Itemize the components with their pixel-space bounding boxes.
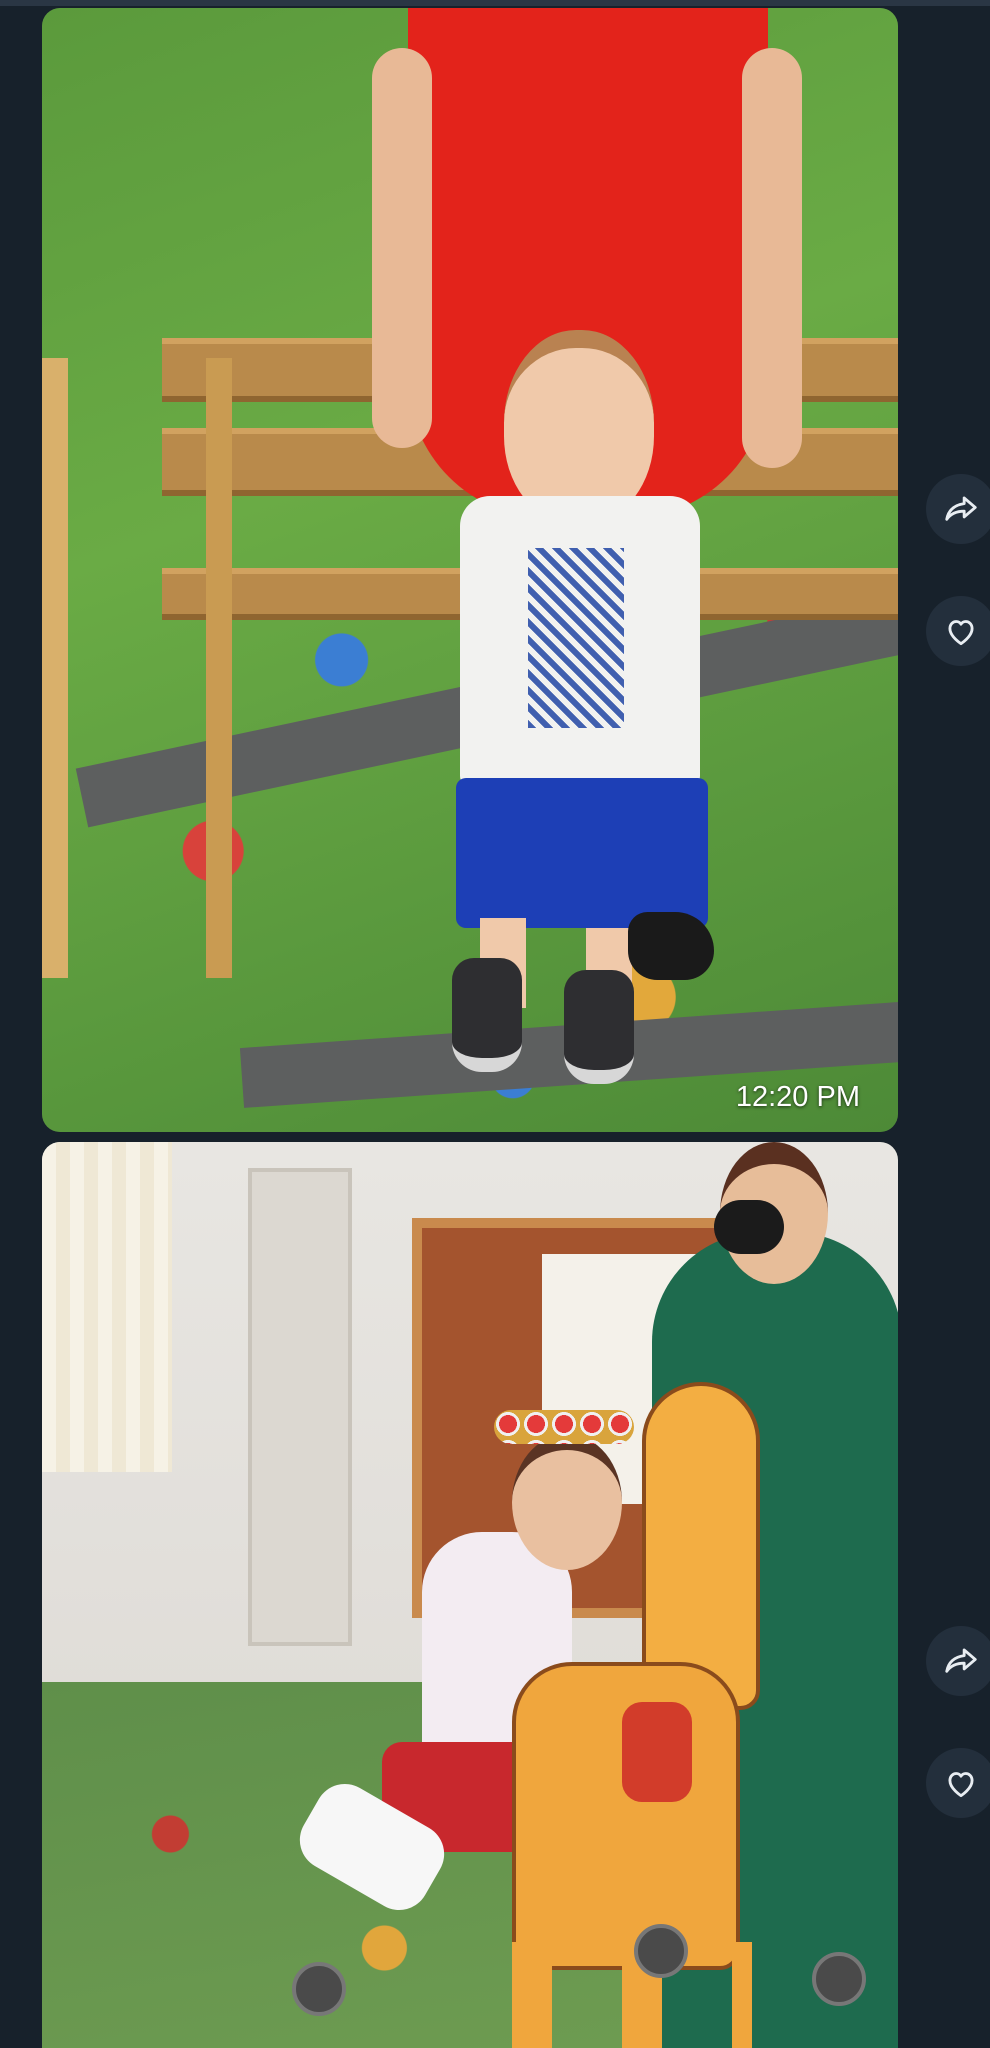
caster-wheel bbox=[634, 1924, 688, 1978]
shirt-embroidery bbox=[528, 548, 624, 728]
caster-wheel bbox=[292, 1962, 346, 2016]
top-edge bbox=[0, 0, 990, 6]
share-button[interactable] bbox=[926, 1626, 990, 1696]
child-head bbox=[504, 330, 654, 523]
blue-shorts bbox=[456, 778, 708, 928]
girl-head bbox=[512, 1434, 622, 1570]
like-button[interactable] bbox=[926, 596, 990, 666]
flower-wreath bbox=[494, 1410, 634, 1444]
horse-stander-neck bbox=[642, 1382, 760, 1710]
sandal bbox=[628, 912, 714, 980]
message-feed: 12:20 PM bbox=[0, 0, 990, 2048]
orthopedic-shoe bbox=[564, 970, 634, 1084]
window-curtain bbox=[42, 1142, 172, 1472]
share-icon bbox=[945, 496, 977, 521]
adult-arm bbox=[742, 48, 802, 468]
horse-stander-legs bbox=[512, 1942, 752, 2048]
heart-icon bbox=[948, 620, 974, 646]
message-timestamp: 12:20 PM bbox=[735, 1081, 860, 1113]
photo-1-image[interactable] bbox=[42, 8, 898, 1132]
like-button[interactable] bbox=[926, 1748, 990, 1818]
heart-icon bbox=[948, 1772, 974, 1798]
wooden-stander bbox=[42, 358, 232, 978]
orthopedic-shoe bbox=[452, 958, 522, 1072]
photo-message-1[interactable]: 12:20 PM bbox=[42, 8, 898, 1132]
adult-arm bbox=[372, 48, 432, 448]
horse-saddle bbox=[622, 1702, 692, 1802]
share-button[interactable] bbox=[926, 474, 990, 544]
doorway bbox=[248, 1168, 352, 1646]
share-icon bbox=[945, 1648, 977, 1673]
photo-message-2[interactable] bbox=[42, 1142, 898, 2048]
face-mask bbox=[714, 1200, 784, 1254]
caster-wheel bbox=[812, 1952, 866, 2006]
photo-2-image[interactable] bbox=[42, 1142, 898, 2048]
